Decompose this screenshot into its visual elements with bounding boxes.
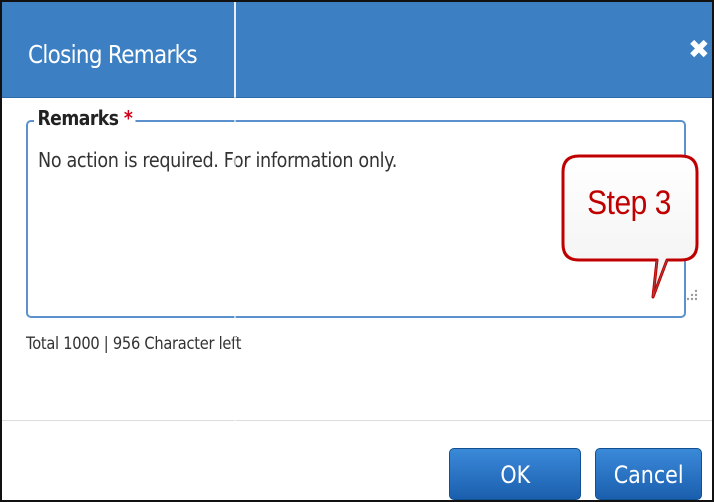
footer-divider [2,420,712,421]
ok-button-label: OK [500,461,530,489]
ok-button[interactable]: OK [449,448,581,500]
callout-text: Step 3 [587,184,671,222]
remarks-label: Remarks * [34,106,136,130]
resize-grip-icon[interactable] [685,288,699,302]
cancel-button-label: Cancel [613,461,684,489]
character-counter: Total 1000 | 956 Character left [26,334,242,354]
cancel-button[interactable]: Cancel [595,448,702,500]
dialog-title-bar: Closing Remarks ✖ [2,2,712,98]
dialog-title: Closing Remarks [28,40,198,69]
panel-seam [234,97,236,500]
required-marker: * [123,106,133,130]
close-icon[interactable]: ✖ [688,36,710,62]
remarks-value: No action is required. For information o… [38,148,397,172]
remarks-label-text: Remarks [37,106,119,130]
closing-remarks-dialog: Closing Remarks ✖ Remarks * No action is… [0,0,714,502]
